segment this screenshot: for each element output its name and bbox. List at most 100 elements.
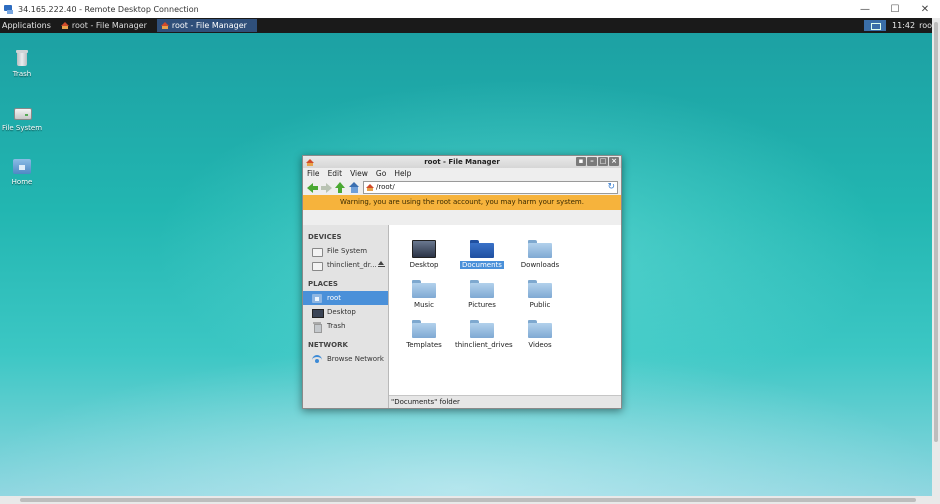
side-pane: DEVICES File System thinclient_dr... PLA…	[303, 225, 389, 408]
location-input[interactable]: /root/	[376, 183, 607, 191]
sidebar-item-label: root	[327, 294, 342, 302]
home-icon	[160, 22, 169, 29]
menu-edit[interactable]: Edit	[328, 169, 343, 178]
sidebar-item-root[interactable]: root	[303, 291, 388, 305]
folder-desktop[interactable]: Desktop	[395, 240, 453, 280]
folder-documents[interactable]: Documents	[453, 240, 511, 280]
downloads-folder-icon	[528, 240, 552, 258]
public-folder-icon	[528, 280, 552, 298]
folder-music[interactable]: Music	[395, 280, 453, 320]
sidebar-item-thinclient-drives[interactable]: thinclient_dr...	[303, 258, 388, 272]
desktop-icon-home[interactable]: Home	[0, 156, 44, 186]
rdp-minimize-button[interactable]: —	[850, 4, 880, 15]
taskbar-item-label: root - File Manager	[171, 21, 247, 30]
home-icon	[366, 183, 374, 191]
folder-label: Music	[414, 301, 434, 309]
minimize-button[interactable]: –	[587, 157, 597, 166]
sidebar-item-label: thinclient_dr...	[327, 261, 377, 269]
folder-label: Desktop	[409, 261, 439, 269]
sidebar-item-label: File System	[327, 247, 368, 255]
folder-label: Documents	[460, 261, 504, 269]
sidebar-item-label: Desktop	[327, 308, 356, 316]
remote-desktop-icon	[4, 4, 14, 14]
vertical-scrollbar[interactable]	[932, 18, 940, 496]
rdp-maximize-button[interactable]: ☐	[880, 4, 910, 15]
panel-clock[interactable]: 11:42	[892, 21, 915, 30]
sidebar-item-desktop[interactable]: Desktop	[303, 305, 388, 319]
desktop-icon-trash[interactable]: Trash	[0, 48, 44, 78]
pictures-folder-icon	[470, 280, 494, 298]
root-warning-banner: Warning, you are using the root account,…	[303, 195, 621, 210]
folder-thinclient-drives[interactable]: thinclient_drives	[453, 320, 513, 360]
folder-label: Videos	[528, 341, 552, 349]
user-menu[interactable]: roo	[919, 21, 932, 30]
up-arrow-icon[interactable]	[335, 181, 346, 193]
folder-label: Downloads	[520, 261, 560, 269]
window-menu-button[interactable]: ▪	[576, 157, 586, 166]
menu-go[interactable]: Go	[376, 169, 386, 178]
templates-folder-icon	[412, 320, 436, 338]
drive-icon	[13, 102, 32, 122]
drive-icon	[312, 261, 323, 271]
folder-label: Public	[529, 301, 551, 309]
drive-icon	[312, 247, 323, 257]
music-folder-icon	[412, 280, 436, 298]
rdp-window-title: 34.165.222.40 - Remote Desktop Connectio…	[18, 4, 199, 14]
sidebar-item-label: Trash	[327, 322, 346, 330]
workspace-switcher-icon[interactable]	[864, 20, 887, 31]
remote-desktop: Applications root - File Manager root - …	[0, 18, 932, 496]
toolbar: /root/ ↻	[303, 179, 621, 195]
home-icon	[60, 22, 69, 29]
location-bar[interactable]: /root/ ↻	[363, 180, 618, 194]
horizontal-scrollbar[interactable]	[0, 496, 940, 504]
close-button[interactable]: ×	[609, 157, 619, 166]
menu-file[interactable]: File	[307, 169, 320, 178]
menu-view[interactable]: View	[350, 169, 368, 178]
menu-help[interactable]: Help	[394, 169, 411, 178]
maximize-button[interactable]: □	[598, 157, 608, 166]
desktop-icon-label: File System	[1, 124, 43, 132]
back-arrow-icon[interactable]	[307, 182, 318, 193]
folder-label: Pictures	[468, 301, 496, 309]
desktop-folder-icon	[412, 240, 436, 258]
eject-icon[interactable]	[378, 261, 385, 269]
desktop-icon-label: Home	[11, 178, 33, 186]
sidebar-item-browse-network[interactable]: Browse Network	[303, 352, 388, 366]
folder-icon	[470, 320, 494, 338]
desktop-icon	[312, 308, 324, 318]
menu-bar: File Edit View Go Help	[303, 168, 621, 179]
taskbar-item-label: root - File Manager	[71, 21, 147, 30]
window-title-bar[interactable]: root - File Manager ▪ – □ ×	[303, 156, 621, 168]
folder-templates[interactable]: Templates	[395, 320, 453, 360]
places-heading: PLACES	[308, 280, 338, 288]
folder-pictures[interactable]: Pictures	[453, 280, 511, 320]
reload-icon[interactable]: ↻	[607, 182, 615, 192]
trash-icon	[13, 48, 31, 68]
applications-menu[interactable]: Applications	[0, 21, 55, 30]
status-bar: "Documents" folder	[389, 395, 621, 408]
taskbar-item-file-manager-active[interactable]: root - File Manager	[156, 19, 257, 32]
trash-icon	[312, 321, 322, 333]
network-icon	[312, 354, 322, 364]
documents-folder-icon	[470, 240, 494, 258]
folder-label: Templates	[406, 341, 442, 349]
window-controls: ▪ – □ ×	[575, 157, 619, 166]
folder-videos[interactable]: Videos	[511, 320, 569, 360]
sidebar-item-file-system[interactable]: File System	[303, 244, 388, 258]
home-icon[interactable]	[349, 181, 360, 193]
network-heading: NETWORK	[308, 341, 348, 349]
folder-view[interactable]: Desktop Documents Downloads Music Pictur…	[389, 225, 621, 395]
top-panel: Applications root - File Manager root - …	[0, 18, 932, 33]
taskbar-item-file-manager[interactable]: root - File Manager	[57, 19, 155, 32]
sidebar-item-trash[interactable]: Trash	[303, 319, 388, 333]
icon-grid: Desktop Documents Downloads Music Pictur…	[395, 240, 569, 360]
sidebar-item-label: Browse Network	[327, 355, 384, 363]
desktop-icon-file-system[interactable]: File System	[0, 102, 44, 132]
desktop-icon-label: Trash	[12, 70, 32, 78]
folder-public[interactable]: Public	[511, 280, 569, 320]
folder-downloads[interactable]: Downloads	[511, 240, 569, 280]
home-folder-icon	[312, 293, 322, 303]
forward-arrow-icon[interactable]	[321, 182, 332, 193]
rdp-close-button[interactable]: ✕	[910, 4, 940, 15]
videos-folder-icon	[528, 320, 552, 338]
